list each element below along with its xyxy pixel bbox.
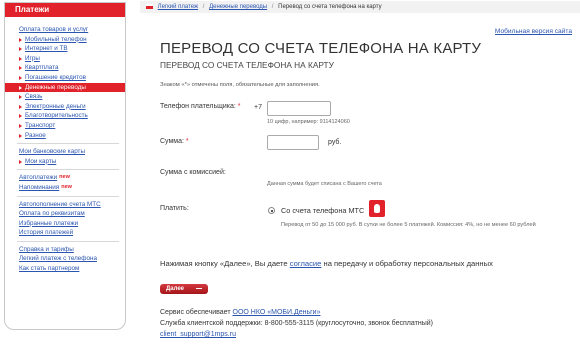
sidebar-item[interactable]: Связь [5, 92, 125, 102]
required-mark: * [237, 103, 241, 110]
provider-link[interactable]: ООО НКО «МОБИ.Деньги» [233, 309, 321, 316]
sidebar-item-label[interactable]: Напоминания [19, 184, 59, 191]
sidebar-item[interactable]: Благотворительность [5, 111, 125, 121]
required-note: Знаком «*» отмечены поля, обязательные д… [160, 82, 320, 88]
sidebar-item[interactable]: Легкий платеж с телефона [5, 254, 125, 264]
required-mark: * [185, 138, 189, 145]
sidebar-item[interactable]: Электронные деньги [5, 102, 125, 112]
sidebar-divider [17, 240, 119, 242]
sidebar-item[interactable]: Денежные переводы [5, 82, 125, 93]
sidebar-item-label[interactable]: Оплата товаров и услуг [19, 26, 88, 33]
sidebar-item[interactable]: Оплата по реквизитам [5, 209, 125, 219]
sidebar-item[interactable]: Мои банковские карты [5, 147, 125, 157]
sidebar-item-label[interactable]: Автоплатежи [19, 174, 57, 181]
sidebar-item-label[interactable]: Транспорт [25, 122, 55, 129]
service-provider: Сервис обеспечивает ООО НКО «МОБИ.Деньги… [160, 309, 321, 316]
sidebar-item-label[interactable]: Электронные деньги [25, 103, 86, 110]
breadcrumb: Легкий платеж / Денежные переводы / Пере… [140, 1, 580, 13]
sidebar-item-label[interactable]: Интернет и ТВ [25, 45, 68, 52]
page-title: ПЕРЕВОД СО СЧЕТА ТЕЛЕФОНА НА КАРТУ [160, 40, 482, 57]
sidebar-item-label[interactable]: Связь [25, 93, 42, 100]
sidebar-item-label[interactable]: Погашение кредитов [25, 74, 86, 81]
agreement-text: Нажимая кнопку «Далее», Вы даете согласи… [160, 259, 493, 268]
sidebar-item[interactable]: Мои карты [5, 157, 125, 167]
sidebar-item-label[interactable]: Разное [25, 132, 46, 139]
sidebar-item-label[interactable]: Денежные переводы [25, 84, 86, 91]
sidebar-item[interactable]: Разное [5, 131, 125, 141]
amount-label: Сумма: * [160, 138, 189, 145]
sidebar-item[interactable]: Квартплата [5, 63, 125, 73]
arrow-right-icon [196, 288, 202, 289]
breadcrumb-current: Перевод со счета телефона на карту [278, 4, 382, 10]
sidebar-divider [17, 169, 119, 171]
commission-label: Сумма с комиссией: [160, 169, 226, 176]
sidebar-item[interactable]: Избранные платежи [5, 219, 125, 229]
phone-prefix: +7 [254, 104, 262, 111]
support-phone: Служба клиентской поддержки: 8-800-555-3… [160, 320, 433, 327]
page-subtitle: ПЕРЕВОД СО СЧЕТА ТЕЛЕФОНА НА КАРТУ [160, 60, 334, 70]
phone-input[interactable] [267, 101, 331, 116]
pay-label: Платить: [160, 205, 189, 212]
pay-description: Перевод от 50 до 15 000 руб. В сутки не … [281, 222, 536, 228]
breadcrumb-separator: / [202, 4, 205, 10]
sidebar-item[interactable]: Автоплатежи new [5, 173, 125, 183]
sidebar-divider [17, 195, 119, 197]
sidebar-menu: Оплата товаров и услуг Мобильный телефон И… [5, 17, 125, 274]
mts-logo-icon [369, 200, 385, 217]
sidebar-item-label[interactable]: Справка и тарифы [19, 246, 74, 253]
sidebar-item[interactable]: Интернет и ТВ [5, 44, 125, 54]
sidebar-item-label[interactable]: Мои банковские карты [19, 148, 85, 155]
phone-hint: 10 цифр, например: 9114124060 [267, 119, 350, 125]
sidebar-item-label[interactable]: Мои карты [25, 158, 56, 165]
sidebar-item-label[interactable]: Оплата по реквизитам [19, 210, 85, 217]
sidebar-divider [17, 143, 119, 145]
breadcrumb-home[interactable]: Легкий платеж [158, 4, 198, 10]
sidebar-item[interactable]: Напоминания new [5, 183, 125, 193]
sidebar-item[interactable]: Как стать партнером [5, 264, 125, 274]
sidebar-item-label[interactable]: Квартплата [25, 64, 58, 71]
sidebar-item[interactable]: Погашение кредитов [5, 73, 125, 83]
currency-label: руб. [328, 139, 342, 146]
sidebar-item-label[interactable]: Мобильный телефон [25, 36, 87, 43]
sidebar-item-label[interactable]: Легкий платеж с телефона [19, 255, 97, 262]
sidebar-item-label[interactable]: Автопополнение счета МТС [19, 201, 101, 208]
sidebar-item-label[interactable]: История платежей [19, 229, 73, 236]
mobile-version-link[interactable]: Мобильная версия сайта [495, 28, 572, 35]
flag-icon [146, 3, 153, 9]
breadcrumb-section[interactable]: Денежные переводы [209, 4, 267, 10]
sidebar: Платежи Оплата товаров и услуг Мобильный … [4, 2, 126, 330]
commission-note: Данная сумма будет списана с Вашего счет… [267, 181, 382, 187]
sidebar-item[interactable]: Автопополнение счета МТС [5, 200, 125, 210]
consent-link[interactable]: согласие [290, 259, 322, 268]
new-badge: new [59, 174, 70, 181]
sidebar-item[interactable]: Мобильный телефон [5, 35, 125, 45]
new-badge: new [61, 183, 72, 190]
sidebar-item-label[interactable]: Благотворительность [25, 112, 88, 119]
support-email-link[interactable]: client_support@1mps.ru [160, 331, 236, 338]
sidebar-header: Платежи [5, 3, 125, 17]
sidebar-item[interactable]: История платежей [5, 228, 125, 238]
support-email: client_support@1mps.ru [160, 331, 236, 338]
phone-label: Телефон плательщика: * [160, 103, 241, 110]
next-button[interactable]: Далее [160, 284, 208, 294]
pay-option-label[interactable]: Со счета телефона МТС [281, 206, 364, 215]
pay-radio[interactable] [268, 207, 275, 214]
sidebar-item[interactable]: Справка и тарифы [5, 245, 125, 255]
amount-input[interactable] [267, 135, 319, 150]
sidebar-item-label[interactable]: Как стать партнером [19, 265, 79, 272]
breadcrumb-separator: / [271, 4, 274, 10]
sidebar-item[interactable]: Оплата товаров и услуг [5, 25, 125, 35]
sidebar-item-label[interactable]: Игры [25, 55, 40, 62]
sidebar-item[interactable]: Транспорт [5, 121, 125, 131]
sidebar-item[interactable]: Игры [5, 54, 125, 64]
sidebar-item-label[interactable]: Избранные платежи [19, 220, 78, 227]
